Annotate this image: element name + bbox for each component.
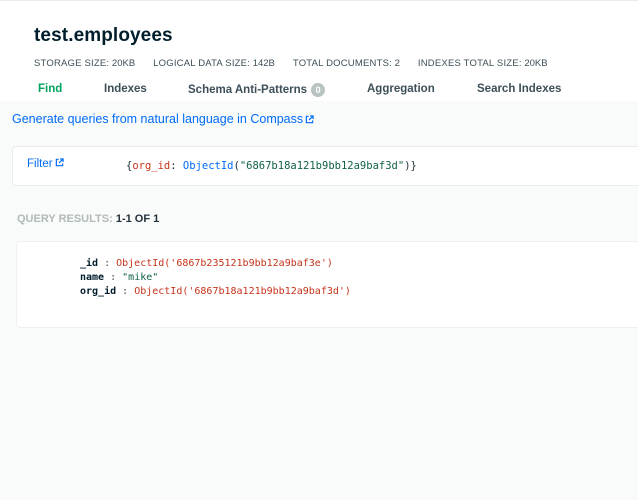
results-label: Query results:: [17, 213, 113, 225]
external-link-icon: [305, 114, 314, 123]
stat-label: Storage size:: [34, 58, 110, 69]
tab-search-indexes[interactable]: Search Indexes: [477, 83, 561, 95]
field-sep: :: [104, 272, 123, 283]
field-sep: :: [116, 286, 135, 297]
tab-label: Schema Anti-Patterns: [188, 84, 308, 96]
stat-indexes-total-size: Indexes total size: 20KB: [418, 58, 548, 69]
stat-value: 142B: [252, 58, 275, 69]
document-field-name: name : "mike": [80, 271, 351, 285]
tab-schema-anti-patterns[interactable]: Schema Anti-Patterns 0: [188, 83, 326, 97]
stat-value: 2: [394, 58, 400, 69]
tab-label: Aggregation: [367, 83, 435, 95]
stat-logical-data-size: Logical data size: 142B: [153, 58, 275, 69]
results-count: 1-1 OF 1: [115, 213, 160, 225]
stat-label: Total documents:: [292, 58, 392, 69]
field-key: _id: [80, 258, 99, 269]
field-value: "mike": [122, 272, 159, 283]
filter-bar: Filter {org_id: ObjectId("6867b18a121b9b…: [12, 146, 638, 186]
tab-indexes[interactable]: Indexes: [104, 83, 147, 95]
field-sep: :: [98, 258, 117, 269]
external-link-icon: [55, 158, 64, 167]
document-card[interactable]: _id : ObjectId('6867b235121b9bb12a9baf3e…: [16, 241, 638, 328]
stat-value: 20KB: [111, 58, 136, 69]
tab-aggregation[interactable]: Aggregation: [367, 83, 435, 95]
collection-stats: Storage size: 20KB Logical data size: 14…: [34, 58, 548, 69]
stat-label: Indexes total size:: [417, 58, 522, 69]
stat-value: 20KB: [524, 58, 548, 69]
document-field-id: _id : ObjectId('6867b235121b9bb12a9baf3e…: [80, 257, 351, 271]
tab-find[interactable]: Find: [38, 83, 62, 95]
document-field-org-id: org_id : ObjectId('6867b18a121b9bb12a9ba…: [80, 285, 351, 299]
natural-language-query-link[interactable]: Generate queries from natural language i…: [12, 112, 314, 126]
tab-label: Search Indexes: [477, 83, 562, 95]
collection-tabs: Find Indexes Schema Anti-Patterns 0 Aggr…: [0, 83, 638, 102]
field-value: ObjectId('6867b235121b9bb12a9baf3e'): [116, 258, 333, 269]
field-value: ObjectId('6867b18a121b9bb12a9baf3d'): [134, 286, 351, 297]
stat-total-documents: Total documents: 2: [293, 58, 400, 69]
field-key: org_id: [80, 286, 117, 297]
filter-label: Filter: [27, 158, 53, 170]
filter-fn: ObjectId: [182, 160, 234, 172]
collection-header: test.employees Storage size: 20KB Logica…: [0, 0, 638, 101]
filter-string: "6867b18a121b9bb12a9baf3d": [239, 160, 405, 172]
field-key: name: [80, 272, 105, 283]
tab-label: Indexes: [104, 83, 147, 95]
filter-close: )}: [404, 160, 417, 172]
tab-label: Find: [38, 83, 63, 95]
filter-key: org_id: [132, 160, 171, 172]
namespace-title: test.employees: [34, 25, 173, 46]
query-results-header: Query results: 1-1 OF 1: [17, 213, 159, 225]
link-text: Generate queries from natural language i…: [12, 112, 304, 126]
filter-docs-link[interactable]: Filter: [27, 158, 64, 170]
stat-storage-size: Storage size: 20KB: [34, 58, 135, 69]
filter-input[interactable]: {org_id: ObjectId("6867b18a121b9bb12a9ba…: [113, 152, 633, 180]
document-fields: _id : ObjectId('6867b235121b9bb12a9baf3e…: [80, 257, 351, 299]
stat-label: Logical data size:: [153, 58, 251, 69]
filter-sep: :: [170, 160, 183, 172]
count-badge: 0: [311, 83, 326, 97]
